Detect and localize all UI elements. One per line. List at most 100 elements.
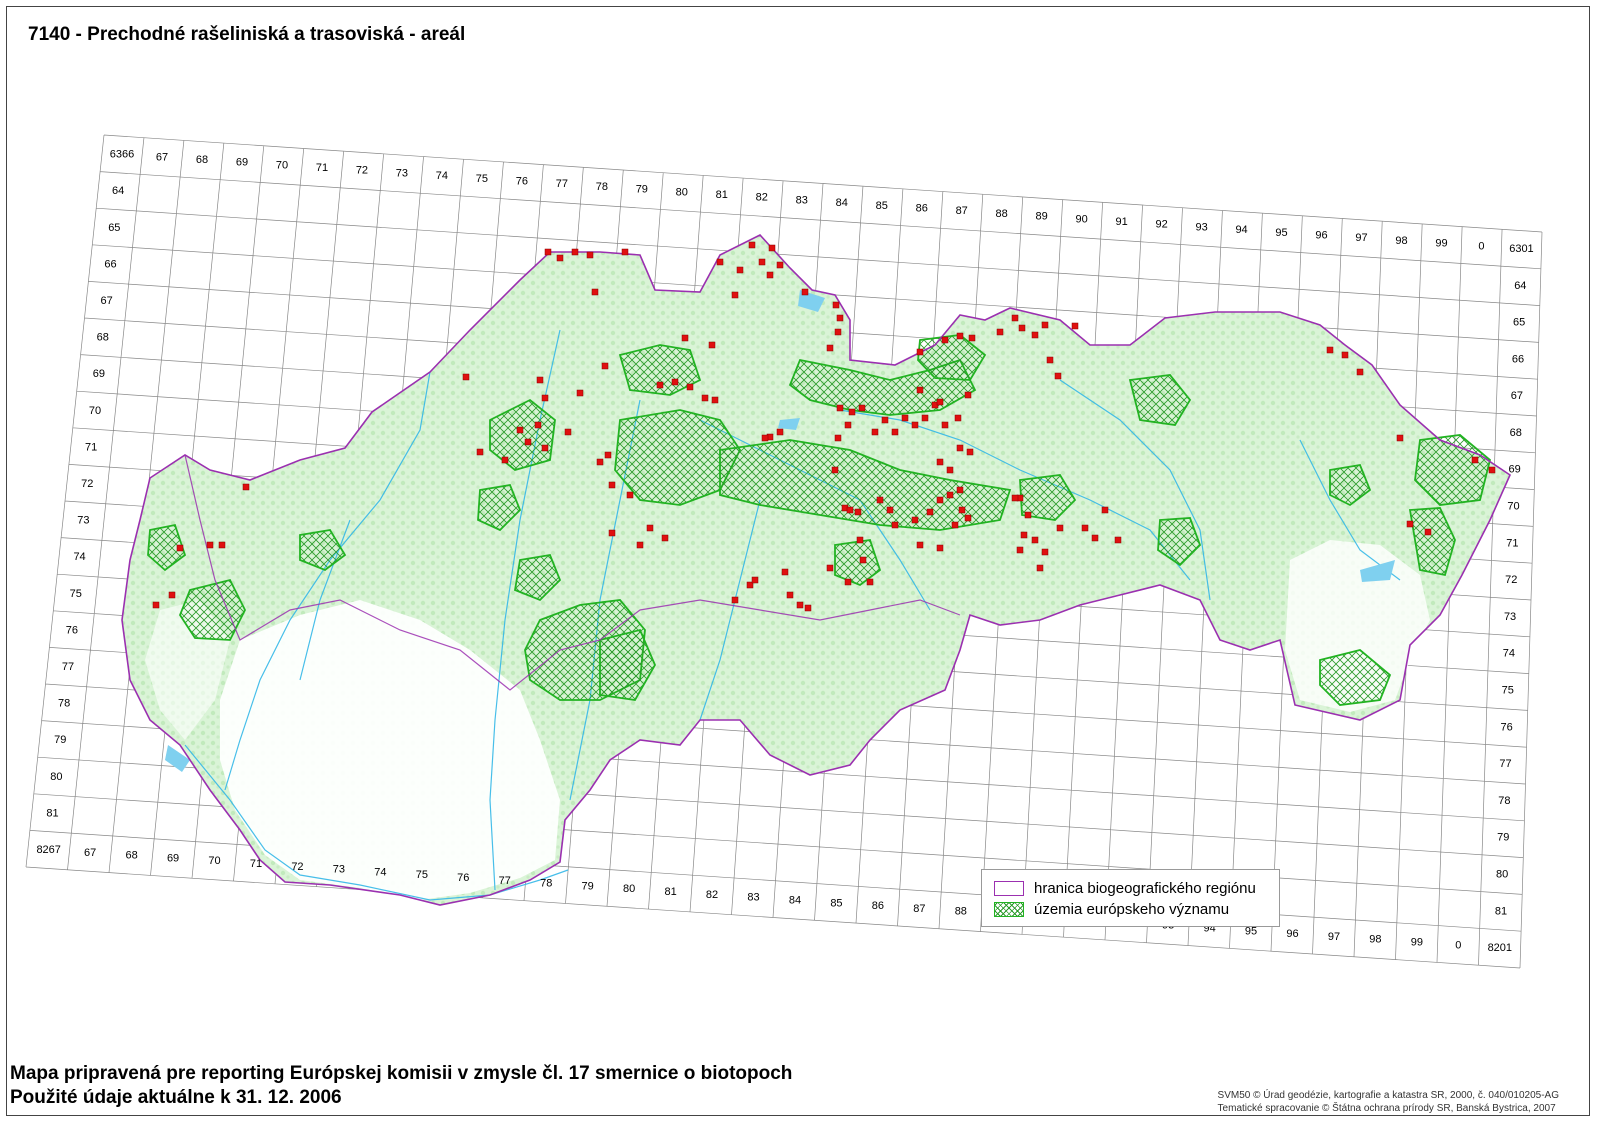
grid-label-top: 72: [356, 165, 368, 177]
map-legend: hranica biogeografického regiónu územia …: [981, 869, 1280, 927]
occurrence-square: [886, 506, 894, 514]
occurrence-square: [1056, 524, 1064, 532]
occurrence-square: [748, 241, 756, 249]
grid-label-top: 97: [1355, 232, 1367, 244]
credits-line-1: SVM50 © Úrad geodézie, kartografie a kat…: [1217, 1090, 1559, 1101]
occurrence-square: [848, 408, 856, 416]
occurrence-square: [596, 458, 604, 466]
occurrence-square: [524, 438, 532, 446]
occurrence-square: [534, 421, 542, 429]
grid-label-bottom: 75: [416, 869, 428, 881]
occurrence-square: [964, 391, 972, 399]
occurrence-square: [926, 508, 934, 516]
occurrence-square: [936, 544, 944, 552]
grid-label-bottom: 70: [208, 855, 220, 867]
grid-label-top: 95: [1275, 227, 1287, 239]
occurrence-square: [786, 591, 794, 599]
boundary-swatch: [994, 880, 1024, 896]
grid-label-right: 78: [1498, 795, 1510, 807]
occurrence-square: [954, 414, 962, 422]
grid-label-top: 68: [196, 154, 208, 166]
occurrence-square: [854, 508, 862, 516]
occurrence-square: [936, 458, 944, 466]
legend-row-boundary: hranica biogeografického regiónu: [994, 878, 1256, 898]
occurrence-square: [941, 336, 949, 344]
grid-label-left: 70: [89, 405, 101, 417]
grid-label-left: 64: [112, 185, 124, 197]
grid-label-top: 75: [476, 173, 488, 185]
occurrence-square: [781, 568, 789, 576]
grid-label-left: 78: [58, 698, 70, 710]
occurrence-square: [871, 428, 879, 436]
grid-label-left: 79: [54, 734, 66, 746]
occurrence-square: [1081, 524, 1089, 532]
occurrence-square: [591, 288, 599, 296]
grid-label-top: 85: [876, 200, 888, 212]
occurrence-square: [1016, 546, 1024, 554]
occurrence-square: [856, 536, 864, 544]
grid-label-left: 73: [77, 515, 89, 527]
grid-label-left: 69: [93, 368, 105, 380]
grid-label-bottom: 79: [582, 880, 594, 892]
grid-label-top: 80: [676, 186, 688, 198]
grid-label-top: 89: [1036, 211, 1048, 223]
grid-label-right: 68: [1510, 427, 1522, 439]
occurrence-square: [891, 428, 899, 436]
grid-label-bottom: 76: [457, 872, 469, 884]
occurrence-square: [1036, 564, 1044, 572]
occurrence-square: [556, 254, 564, 262]
grid-label-top: 88: [996, 208, 1008, 220]
occurrence-square: [956, 444, 964, 452]
grid-label-bottom: 74: [374, 866, 386, 878]
occurrence-square: [996, 328, 1004, 336]
footer-note: Mapa pripravená pre reporting Európskej …: [10, 1062, 792, 1110]
grid-label-bottom: 85: [830, 897, 842, 909]
occurrence-square: [831, 466, 839, 474]
grid-label-top: 6366: [110, 149, 134, 161]
occurrence-square: [834, 434, 842, 442]
grid-label-right: 79: [1497, 832, 1509, 844]
grid-label-bottom: 87: [913, 903, 925, 915]
occurrence-square: [541, 444, 549, 452]
occurrence-square: [946, 491, 954, 499]
occurrence-square: [859, 556, 867, 564]
grid-label-bottom: 8201: [1488, 942, 1512, 954]
occurrence-square: [1071, 322, 1079, 330]
grid-label-left: 77: [62, 661, 74, 673]
occurrence-square: [604, 451, 612, 459]
occurrence-square: [826, 564, 834, 572]
occurrence-square: [516, 426, 524, 434]
grid-label-top: 90: [1076, 213, 1088, 225]
occurrence-square: [1041, 548, 1049, 556]
grid-label-left: 72: [81, 478, 93, 490]
grid-label-right: 64: [1514, 280, 1526, 292]
occurrence-square: [916, 348, 924, 356]
occurrence-square: [846, 506, 854, 514]
occurrence-square: [958, 506, 966, 514]
grid-label-top: 76: [516, 176, 528, 188]
occurrence-square: [1356, 368, 1364, 376]
occurrence-square: [1011, 314, 1019, 322]
grid-label-top: 82: [756, 192, 768, 204]
grid-label-right: 74: [1503, 648, 1515, 660]
grid-label-top: 87: [956, 205, 968, 217]
grid-label-left: 76: [66, 624, 78, 636]
occurrence-square: [836, 404, 844, 412]
occurrence-square: [1406, 520, 1414, 528]
occurrence-square: [176, 544, 184, 552]
grid-label-right: 66: [1512, 353, 1524, 365]
occurrence-square: [1031, 331, 1039, 339]
occurrence-square: [716, 258, 724, 266]
occurrence-square: [751, 576, 759, 584]
credits-line-2: Tematické spracovanie © Štátna ochrana p…: [1217, 1103, 1556, 1114]
occurrence-square: [758, 258, 766, 266]
grid-label-right: 65: [1513, 317, 1525, 329]
grid-label-top: 92: [1155, 219, 1167, 231]
grid-label-bottom: 98: [1369, 934, 1381, 946]
credits: SVM50 © Úrad geodézie, kartografie a kat…: [1218, 1089, 1559, 1115]
occurrence-square: [936, 496, 944, 504]
occurrence-square: [656, 381, 664, 389]
grid-label-left: 71: [85, 441, 97, 453]
grid-label-top: 6301: [1509, 243, 1533, 255]
occurrence-square: [1031, 536, 1039, 544]
